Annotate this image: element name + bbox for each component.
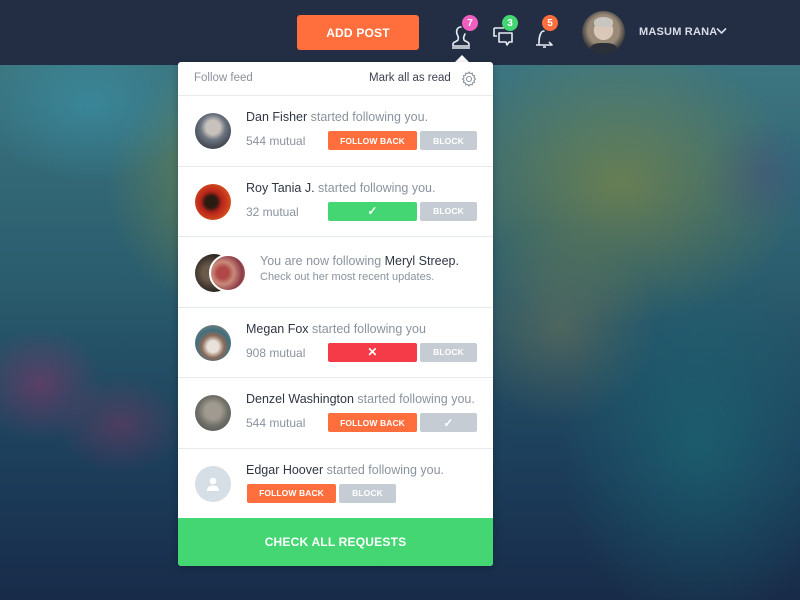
notification-text: Megan Fox started following you — [246, 321, 426, 336]
follow-back-button[interactable]: FOLLOW BACK — [328, 413, 417, 432]
top-navigation-bar: ADD POST 7 3 5 MASUM RANA — [0, 0, 800, 65]
notification-text: Denzel Washington started following you. — [246, 392, 475, 406]
list-item: Megan Fox started following you 908 mutu… — [178, 308, 493, 378]
notification-text: Roy Tania J. started following you. — [246, 180, 436, 195]
list-item: You are now following Meryl Streep. Chec… — [178, 237, 493, 308]
list-item: Edgar Hoover started following you. FOLL… — [178, 449, 493, 520]
blocked-check-button[interactable]: ✓ — [420, 413, 477, 432]
avatar-placeholder[interactable] — [195, 465, 231, 502]
check-all-requests-button[interactable]: CHECK ALL REQUESTS — [178, 518, 493, 566]
avatar[interactable] — [195, 183, 231, 220]
mutual-count: 544 mutual — [246, 416, 306, 430]
user-name-link[interactable]: Megan Fox — [246, 322, 309, 336]
panel-title: Follow feed — [194, 72, 253, 84]
notifications-button[interactable]: 5 — [531, 15, 558, 50]
block-button[interactable]: BLOCK — [420, 342, 477, 362]
list-item: Roy Tania J. started following you. 32 m… — [178, 167, 493, 237]
block-button[interactable]: BLOCK — [339, 483, 396, 503]
avatar[interactable] — [209, 254, 247, 292]
notifications-badge: 5 — [542, 15, 558, 31]
accepted-check-button[interactable]: ✓ — [328, 201, 417, 221]
follow-feed-dropdown: Follow feed Mark all as read Dan Fisher … — [178, 62, 493, 566]
avatar-pair — [195, 254, 247, 292]
avatar[interactable] — [195, 324, 231, 361]
block-button[interactable]: BLOCK — [420, 131, 477, 150]
chevron-down-icon[interactable] — [716, 27, 727, 35]
messages-button[interactable]: 3 — [490, 15, 518, 50]
user-name-link[interactable]: Roy Tania J. — [246, 181, 315, 195]
block-button[interactable]: BLOCK — [420, 201, 477, 221]
default-user-icon — [207, 477, 219, 491]
mutual-count: 544 mutual — [246, 134, 306, 148]
user-name[interactable]: MASUM RANA — [639, 26, 717, 38]
rejected-x-button[interactable]: ✕ — [328, 342, 417, 362]
avatar[interactable] — [195, 113, 231, 149]
user-name-link[interactable]: Edgar Hoover — [246, 463, 323, 477]
user-avatar[interactable] — [582, 11, 625, 54]
notification-subtext: Check out her most recent updates. — [260, 271, 435, 283]
follow-back-button[interactable]: FOLLOW BACK — [247, 483, 336, 503]
user-name-link[interactable]: Denzel Washington — [246, 392, 354, 406]
mutual-count: 32 mutual — [246, 204, 299, 219]
mutual-count: 908 mutual — [246, 345, 306, 360]
panel-header: Follow feed Mark all as read — [178, 62, 493, 96]
user-name-link[interactable]: Meryl Streep. — [385, 254, 459, 268]
follow-requests-button[interactable]: 7 — [448, 15, 478, 50]
messages-badge: 3 — [502, 15, 518, 31]
list-item: Denzel Washington started following you.… — [178, 378, 493, 449]
notification-text: Edgar Hoover started following you. — [246, 462, 445, 477]
notification-text: You are now following Meryl Streep. — [260, 254, 459, 268]
avatar[interactable] — [195, 395, 231, 431]
mark-all-read-link[interactable]: Mark all as read — [369, 72, 451, 84]
notification-text: Dan Fisher started following you. — [246, 110, 429, 124]
list-item: Dan Fisher started following you. 544 mu… — [178, 96, 493, 167]
add-post-button[interactable]: ADD POST — [297, 15, 419, 50]
gear-icon[interactable] — [461, 71, 477, 87]
follow-back-button[interactable]: FOLLOW BACK — [328, 131, 417, 150]
follow-requests-badge: 7 — [462, 15, 478, 31]
user-name-link[interactable]: Dan Fisher — [246, 110, 307, 124]
